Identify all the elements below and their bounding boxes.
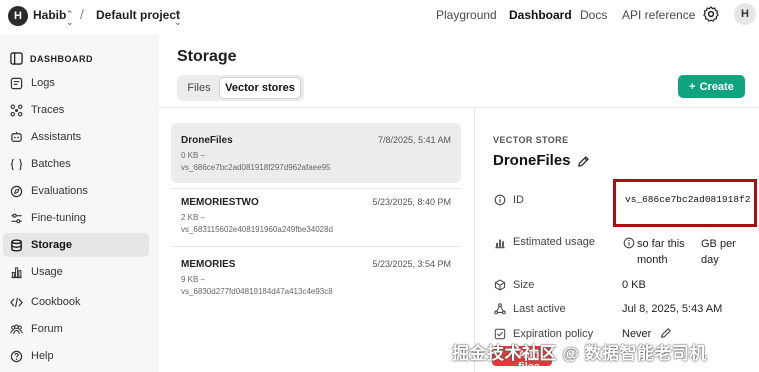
storage-tabs: Files Vector stores (177, 75, 304, 101)
header-divider (159, 107, 759, 108)
nav-playground[interactable]: Playground (436, 8, 497, 22)
forum-icon (10, 323, 23, 336)
sidebar-item-label: Help (31, 350, 54, 362)
sidebar-item-label: Cookbook (31, 296, 81, 308)
store-date: 5/23/2025, 8:40 PM (372, 197, 451, 207)
id-label: ID (513, 194, 524, 206)
sidebar: DASHBOARD Logs Traces Assistants Batches… (0, 34, 159, 372)
breadcrumb-separator: / (80, 6, 84, 22)
store-id: vs_686ce7bc2ad081918f297d962afaee95 (181, 163, 331, 172)
sidebar-item-label: Forum (31, 323, 63, 335)
tab-files[interactable]: Files (180, 77, 218, 99)
store-date: 7/8/2025, 5:41 AM (377, 135, 451, 145)
store-date: 5/23/2025, 3:54 PM (372, 259, 451, 269)
storage-icon (10, 238, 23, 252)
store-name: MEMORIESTWO (181, 197, 259, 208)
pencil-icon[interactable] (577, 155, 590, 168)
sidebar-item-label: Batches (31, 158, 71, 170)
plus-icon: + (689, 80, 696, 93)
cookbook-icon (10, 296, 23, 309)
usage-month-value: so far this month (637, 238, 685, 266)
assistants-icon (10, 131, 23, 144)
tab-vector-stores[interactable]: Vector stores (219, 77, 301, 99)
evaluations-icon (10, 185, 23, 198)
project-name[interactable]: Default project (96, 8, 180, 22)
sidebar-item-storage[interactable]: Storage (3, 233, 149, 257)
sidebar-item-logs[interactable]: Logs (3, 71, 149, 95)
detail-store-name: DroneFiles (493, 152, 571, 169)
sidebar-item-label: Logs (31, 77, 55, 89)
org-name[interactable]: Habib (33, 8, 66, 22)
sidebar-item-label: Storage (31, 239, 72, 251)
vector-store-row[interactable]: MEMORIES 5/23/2025, 3:54 PM 9 KB – vs_68… (171, 247, 461, 307)
org-switcher-chevron-icon[interactable]: ⌃ ⌄ (66, 10, 74, 27)
help-icon (10, 350, 23, 363)
sidebar-item-label: Fine-tuning (31, 212, 87, 224)
traces-icon (10, 104, 23, 117)
estimated-usage-label: Estimated usage (513, 236, 595, 248)
last-active-value: Jul 8, 2025, 5:43 AM (622, 303, 723, 315)
nav-api-reference[interactable]: API reference (622, 8, 695, 22)
create-button[interactable]: + Create (678, 75, 745, 98)
user-avatar[interactable]: H (734, 3, 756, 25)
panel-divider (474, 107, 475, 372)
dashboard-icon (10, 52, 23, 65)
sidebar-item-forum[interactable]: Forum (3, 317, 149, 341)
bar-chart-icon (495, 239, 505, 249)
sidebar-item-traces[interactable]: Traces (3, 98, 149, 122)
cube-icon (494, 279, 506, 291)
sidebar-item-batches[interactable]: Batches (3, 152, 149, 176)
size-value: 0 KB (622, 279, 646, 291)
sidebar-header-label: DASHBOARD (30, 53, 93, 64)
sidebar-item-label: Evaluations (31, 185, 88, 197)
vector-store-row[interactable]: DroneFiles 7/8/2025, 5:41 AM 0 KB – vs_6… (171, 123, 461, 183)
nav-docs[interactable]: Docs (580, 8, 607, 22)
page-title: Storage (177, 48, 237, 65)
store-size: 2 KB – (181, 213, 206, 222)
info-icon (494, 194, 506, 206)
project-switcher-chevron-icon[interactable]: ⌃ ⌄ (174, 10, 182, 27)
store-id: vs_6830d277fd04819184d47a413c4e93c8 (181, 287, 333, 296)
store-size: 9 KB – (181, 275, 206, 284)
pencil-icon[interactable] (660, 327, 672, 339)
create-button-label: Create (699, 80, 734, 93)
nav-dashboard[interactable]: Dashboard (509, 8, 572, 22)
sidebar-header: DASHBOARD (10, 52, 93, 65)
sidebar-item-fine-tuning[interactable]: Fine-tuning (3, 206, 149, 230)
sidebar-item-label: Assistants (31, 131, 82, 143)
gear-icon[interactable] (702, 5, 720, 23)
sidebar-item-label: Usage (31, 266, 63, 278)
sidebar-item-assistants[interactable]: Assistants (3, 125, 149, 149)
watermark: 掘金技术社区 @ 数据智能老司机 (452, 344, 708, 363)
size-label: Size (513, 279, 535, 291)
batches-icon (10, 158, 23, 171)
main-panel: Storage Files Vector stores + Create Dro… (159, 34, 759, 372)
sidebar-item-label: Traces (31, 104, 65, 116)
usage-icon (10, 266, 23, 279)
info-icon[interactable] (623, 237, 635, 249)
usage-day-value: GB per day (701, 238, 736, 266)
id-value[interactable]: vs_686ce7bc2ad081918f2 (625, 194, 750, 205)
sidebar-item-cookbook[interactable]: Cookbook (3, 290, 149, 314)
vector-store-row[interactable]: MEMORIESTWO 5/23/2025, 8:40 PM 2 KB – vs… (171, 185, 461, 245)
logs-icon (10, 77, 23, 90)
activity-icon (494, 303, 506, 315)
store-id: vs_683115602e408191960a249fbe34028d (181, 225, 334, 234)
detail-section-label: VECTOR STORE (493, 135, 569, 145)
sidebar-item-usage[interactable]: Usage (3, 260, 149, 284)
top-bar: H Habib ⌃ ⌄ / Default project ⌃ ⌄ Playgrou… (0, 0, 759, 34)
fine-tuning-icon (10, 212, 23, 225)
sidebar-item-evaluations[interactable]: Evaluations (3, 179, 149, 203)
id-highlight-box: vs_686ce7bc2ad081918f2 (613, 179, 757, 227)
sidebar-item-help[interactable]: Help (3, 344, 149, 368)
store-name: DroneFiles (181, 135, 233, 146)
store-name: MEMORIES (181, 259, 236, 270)
store-size: 0 KB – (181, 151, 206, 160)
org-avatar[interactable]: H (8, 6, 28, 26)
last-active-label: Last active (513, 303, 566, 315)
